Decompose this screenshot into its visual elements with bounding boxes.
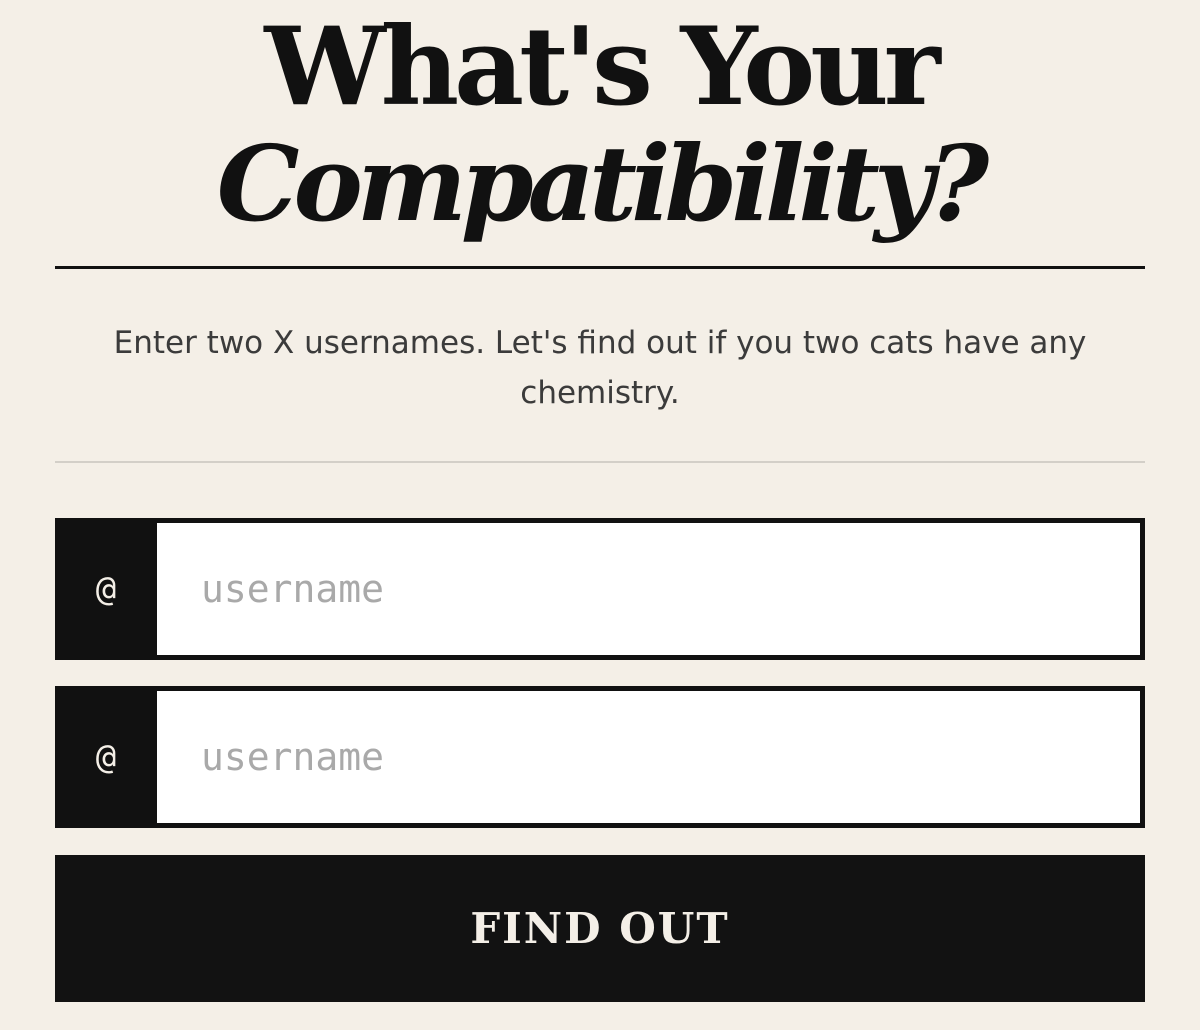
at-sign-prefix: @ — [95, 737, 117, 777]
second-username-field: @ — [55, 686, 1145, 828]
at-sign-prefix: @ — [95, 569, 117, 609]
page-title-line-2: Compatibility? — [216, 122, 989, 245]
page-title: What's Your Compatibility? — [55, 0, 1145, 242]
first-username-field: @ — [55, 518, 1145, 660]
compatibility-card: What's Your Compatibility? Enter two X u… — [55, 0, 1145, 1002]
first-username-input[interactable] — [157, 523, 1140, 655]
find-out-button[interactable]: FIND OUT — [55, 855, 1145, 1002]
page-title-line-1: What's Your — [264, 4, 940, 130]
second-username-input[interactable] — [157, 691, 1140, 823]
title-divider — [55, 266, 1145, 269]
section-divider — [55, 461, 1145, 463]
intro-text: Enter two X usernames. Let's find out if… — [113, 325, 1087, 411]
